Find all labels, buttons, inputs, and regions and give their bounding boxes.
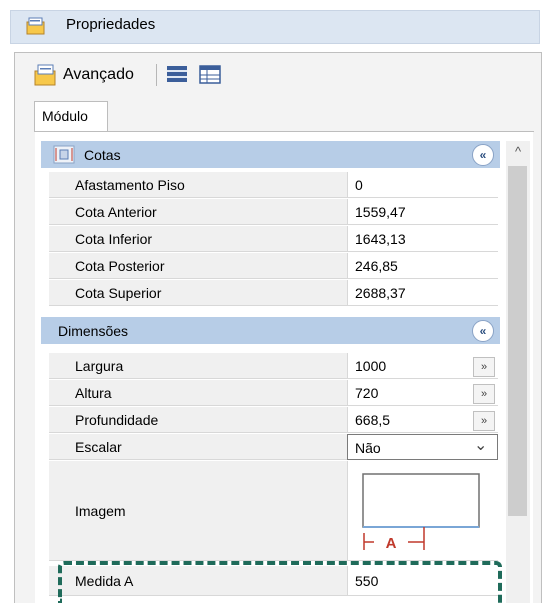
cotas-icon xyxy=(53,145,75,164)
prop-escalar: Escalar xyxy=(49,434,347,460)
prop-cota-posterior: Cota Posterior xyxy=(49,253,347,279)
prop-afastamento-piso-value[interactable]: 0 xyxy=(347,172,498,198)
category-dimensoes-label: Dimensões xyxy=(58,323,129,339)
prop-cota-anterior-value[interactable]: 1559,47 xyxy=(347,199,498,225)
prop-cota-anterior: Cota Anterior xyxy=(49,199,347,225)
prop-cota-inferior-value[interactable]: 1643,13 xyxy=(347,226,498,252)
advanced-mode-label[interactable]: Avançado xyxy=(63,63,134,87)
profundidade-expand-button[interactable]: » xyxy=(473,411,495,431)
largura-expand-button[interactable]: » xyxy=(473,357,495,377)
scroll-up-icon[interactable]: ^ xyxy=(508,141,528,163)
advanced-properties-icon[interactable] xyxy=(34,64,58,86)
prop-largura: Largura xyxy=(49,353,347,379)
collapse-dimensoes-icon[interactable]: « xyxy=(472,320,494,342)
alphabetical-view-icon[interactable] xyxy=(199,64,221,86)
chevron-down-icon[interactable]: ⌄ xyxy=(474,436,487,456)
properties-icon xyxy=(26,17,46,35)
window-title: Propriedades xyxy=(66,16,156,33)
categorized-view-icon[interactable] xyxy=(166,64,188,86)
prop-cota-inferior: Cota Inferior xyxy=(49,226,347,252)
prop-altura: Altura xyxy=(49,380,347,406)
altura-expand-button[interactable]: » xyxy=(473,384,495,404)
prop-afastamento-piso: Afastamento Piso xyxy=(49,172,347,198)
toolbar-separator xyxy=(156,64,157,86)
prop-imagem: Imagem xyxy=(49,461,347,561)
prop-profundidade: Profundidade xyxy=(49,407,347,433)
prop-cota-posterior-value[interactable]: 246,85 xyxy=(347,253,498,279)
tab-modulo-label: Módulo xyxy=(42,108,88,124)
prop-cota-superior: Cota Superior xyxy=(49,280,347,306)
collapse-cotas-icon[interactable]: « xyxy=(472,144,494,166)
dimension-preview-image: A xyxy=(360,472,484,554)
category-cotas-label: Cotas xyxy=(84,147,121,163)
medida-a-highlight xyxy=(58,561,502,603)
prop-cota-superior-value[interactable]: 2688,37 xyxy=(347,280,498,306)
dimension-a-marker: A xyxy=(386,535,397,552)
scrollbar-thumb[interactable] xyxy=(508,166,527,516)
